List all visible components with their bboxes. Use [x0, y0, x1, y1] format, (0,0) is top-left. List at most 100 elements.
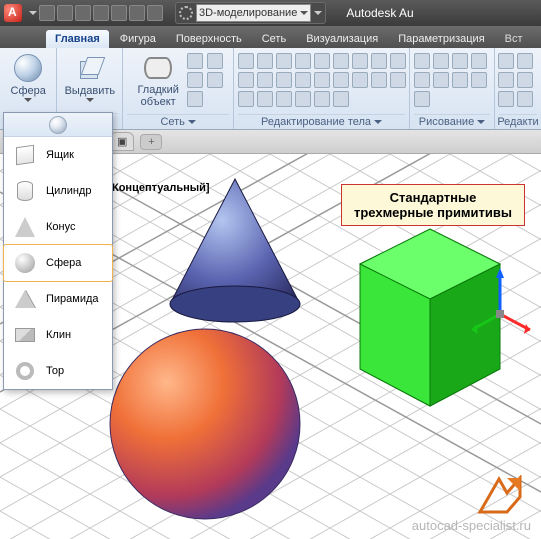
solid-edit-icon[interactable]: [295, 53, 311, 69]
solid-edit-icon[interactable]: [295, 91, 311, 107]
callout-line1: Стандартные: [354, 190, 512, 205]
tab-solid[interactable]: Фигура: [111, 30, 165, 48]
primitive-item-label: Цилиндр: [46, 185, 91, 197]
primitive-item-cylinder[interactable]: Цилиндр: [4, 173, 112, 209]
draw-tool-icon[interactable]: [452, 72, 468, 88]
draw-tool-icon[interactable]: [452, 53, 468, 69]
dropdown-header: [4, 113, 112, 137]
cone-icon: [15, 217, 35, 237]
workspace-switcher[interactable]: 3D-моделирование: [175, 2, 326, 24]
primitive-item-box[interactable]: Ящик: [4, 137, 112, 173]
title-bar: 3D-моделирование Autodesk Au: [0, 0, 541, 26]
draw-tool-icon[interactable]: [414, 72, 430, 88]
file-tab[interactable]: ▣: [110, 132, 134, 151]
workspace-label: 3D-моделирование: [199, 7, 297, 19]
panel-title-modify[interactable]: Редакти: [499, 114, 537, 129]
draw-tool-icon[interactable]: [414, 91, 430, 107]
qat-undo-icon[interactable]: [129, 5, 145, 21]
visual-style-label[interactable]: Концептуальный]: [112, 182, 210, 194]
solid-edit-icon[interactable]: [371, 53, 387, 69]
tab-render[interactable]: Визуализация: [297, 30, 387, 48]
modify-tool-icon[interactable]: [517, 72, 533, 88]
modify-tool-icon[interactable]: [498, 72, 514, 88]
tab-mesh[interactable]: Сеть: [253, 30, 295, 48]
draw-tool-icon[interactable]: [433, 72, 449, 88]
extrude-button[interactable]: Выдавить: [61, 50, 120, 104]
sphere-solid[interactable]: [110, 329, 300, 519]
mesh-tool-icon[interactable]: [187, 91, 203, 107]
solid-edit-icon[interactable]: [333, 91, 349, 107]
mesh-tool-icon[interactable]: [187, 72, 203, 88]
qat-open-icon[interactable]: [57, 5, 73, 21]
primitive-item-cone[interactable]: Конус: [4, 209, 112, 245]
mesh-tool-icon[interactable]: [207, 72, 223, 88]
tab-home[interactable]: Главная: [46, 30, 109, 48]
primitive-split-button[interactable]: Сфера: [7, 50, 50, 104]
mesh-tool-icon[interactable]: [187, 53, 203, 69]
solid-edit-icon[interactable]: [257, 91, 273, 107]
solid-edit-icon[interactable]: [257, 53, 273, 69]
watermark-text: autocad-specialist.ru: [412, 518, 531, 533]
qat-save-icon[interactable]: [75, 5, 91, 21]
solid-edit-icon[interactable]: [276, 53, 292, 69]
modify-tool-icon[interactable]: [498, 91, 514, 107]
primitive-item-label: Пирамида: [46, 293, 99, 305]
app-menu-button[interactable]: [4, 4, 22, 22]
cylinder-icon: [17, 181, 33, 201]
primitive-item-label: Тор: [46, 365, 64, 377]
solid-edit-icon[interactable]: [333, 53, 349, 69]
primitive-item-label: Сфера: [46, 257, 81, 269]
solid-edit-icon[interactable]: [390, 72, 406, 88]
qat-saveas-icon[interactable]: [93, 5, 109, 21]
panel-title-draw[interactable]: Рисование: [414, 114, 490, 129]
qat-new-icon[interactable]: [39, 5, 55, 21]
primitive-item-wedge[interactable]: Клин: [4, 317, 112, 353]
solid-edit-icon[interactable]: [295, 72, 311, 88]
solid-edit-icon[interactable]: [352, 72, 368, 88]
tab-parametric[interactable]: Параметризация: [389, 30, 493, 48]
solid-edit-icon[interactable]: [257, 72, 273, 88]
panel-title-mesh[interactable]: Сеть: [127, 114, 229, 129]
smooth-label-1: Гладкий: [137, 84, 178, 96]
box-solid[interactable]: [360, 229, 500, 406]
solid-edit-icon[interactable]: [390, 53, 406, 69]
cone-solid[interactable]: [170, 179, 300, 322]
panel-mesh: Гладкий объект Сеть: [123, 48, 234, 129]
new-tab-button[interactable]: +: [140, 134, 162, 150]
solid-edit-icon[interactable]: [333, 72, 349, 88]
draw-tool-icon[interactable]: [433, 53, 449, 69]
primitive-item-pyramid[interactable]: Пирамида: [4, 281, 112, 317]
smooth-object-button[interactable]: Гладкий объект: [133, 50, 182, 110]
qat-print-icon[interactable]: [111, 5, 127, 21]
workspace-combo[interactable]: 3D-моделирование: [196, 4, 311, 22]
draw-tool-icon[interactable]: [414, 53, 430, 69]
draw-tool-icon[interactable]: [471, 72, 487, 88]
solid-edit-icon[interactable]: [238, 91, 254, 107]
app-name: Autodesk Au: [346, 6, 413, 20]
panel-draw: Рисование: [410, 48, 495, 129]
extrude-label: Выдавить: [65, 85, 116, 97]
solid-edit-icon[interactable]: [314, 91, 330, 107]
modify-tool-icon[interactable]: [498, 53, 514, 69]
gear-icon: [179, 6, 193, 20]
sphere-icon: [14, 54, 42, 82]
panel-title-bodyedit[interactable]: Редактирование тела: [238, 114, 405, 129]
solid-edit-icon[interactable]: [314, 72, 330, 88]
primitive-item-torus[interactable]: Тор: [4, 353, 112, 389]
modify-tool-icon[interactable]: [517, 91, 533, 107]
modify-tool-icon[interactable]: [517, 53, 533, 69]
pyramid-icon: [15, 290, 35, 308]
solid-edit-icon[interactable]: [238, 53, 254, 69]
tab-insert[interactable]: Вст: [496, 30, 532, 48]
qat-redo-icon[interactable]: [147, 5, 163, 21]
solid-edit-icon[interactable]: [371, 72, 387, 88]
solid-edit-icon[interactable]: [238, 72, 254, 88]
primitive-item-sphere[interactable]: Сфера: [4, 245, 112, 281]
solid-edit-icon[interactable]: [314, 53, 330, 69]
draw-tool-icon[interactable]: [471, 53, 487, 69]
solid-edit-icon[interactable]: [352, 53, 368, 69]
tab-surface[interactable]: Поверхность: [167, 30, 251, 48]
mesh-tool-icon[interactable]: [207, 53, 223, 69]
solid-edit-icon[interactable]: [276, 72, 292, 88]
solid-edit-icon[interactable]: [276, 91, 292, 107]
